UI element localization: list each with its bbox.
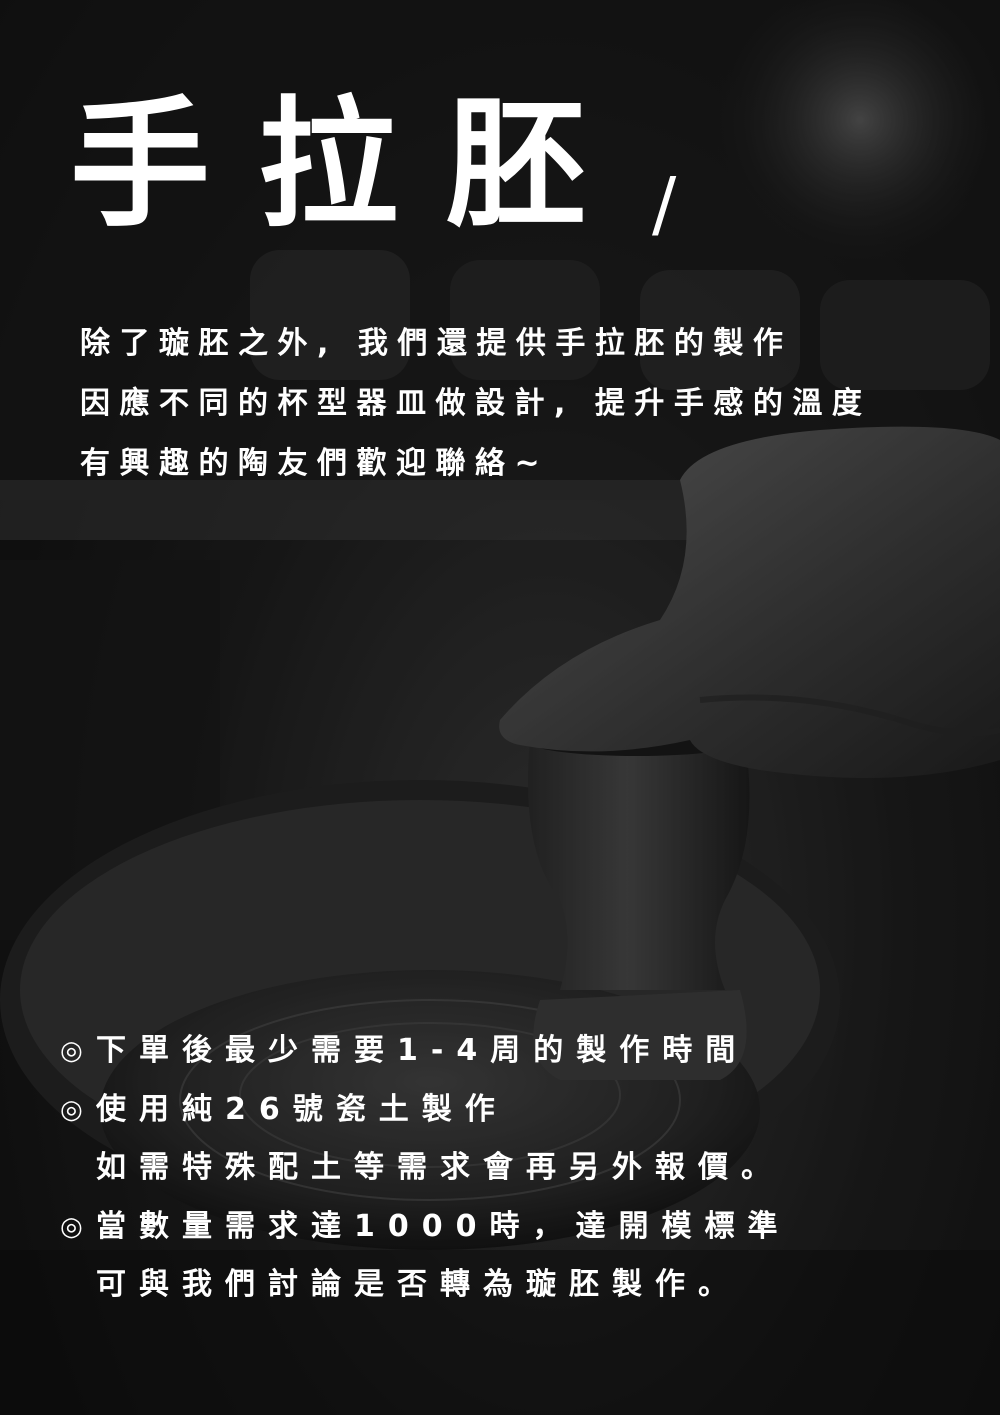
note-item: ◎ 當數量需求達1000時，達開模標準 bbox=[60, 1198, 791, 1257]
note-text: 如需特殊配土等需求會再另外報價。 bbox=[96, 1150, 784, 1186]
title-slash: / bbox=[652, 162, 677, 246]
intro-text: 除了璇胚之外, 我們還提供手拉胚的製作 因應不同的杯型器皿做設計, 提升手感的溫… bbox=[80, 322, 871, 502]
bullet-icon: ◎ bbox=[60, 1211, 83, 1242]
poster: 手拉胚 / 除了璇胚之外, 我們還提供手拉胚的製作 因應不同的杯型器皿做設計, … bbox=[0, 0, 1000, 1415]
note-text: 當數量需求達1000時，達開模標準 bbox=[96, 1208, 791, 1244]
note-item: 如需特殊配土等需求會再另外報價。 bbox=[60, 1139, 791, 1198]
note-item: 可與我們討論是否轉為璇胚製作。 bbox=[60, 1256, 791, 1315]
note-item: ◎ 下單後最少需要1-4周的製作時間 bbox=[60, 1022, 791, 1081]
intro-line: 因應不同的杯型器皿做設計, 提升手感的溫度 bbox=[80, 386, 872, 421]
page-title: 手拉胚 bbox=[70, 83, 635, 247]
bullet-icon: ◎ bbox=[60, 1036, 83, 1067]
bullet-icon: ◎ bbox=[60, 1094, 83, 1125]
intro-line: 有興趣的陶友們歡迎聯絡~ bbox=[80, 446, 550, 481]
notes-list: ◎ 下單後最少需要1-4周的製作時間 ◎ 使用純26號瓷土製作 如需特殊配土等需… bbox=[60, 1022, 791, 1315]
note-text: 下單後最少需要1-4周的製作時間 bbox=[96, 1033, 749, 1069]
note-text: 可與我們討論是否轉為璇胚製作。 bbox=[96, 1267, 741, 1303]
intro-line: 除了璇胚之外, 我們還提供手拉胚的製作 bbox=[80, 326, 793, 361]
note-item: ◎ 使用純26號瓷土製作 bbox=[60, 1081, 791, 1140]
note-text: 使用純26號瓷土製作 bbox=[96, 1091, 508, 1127]
